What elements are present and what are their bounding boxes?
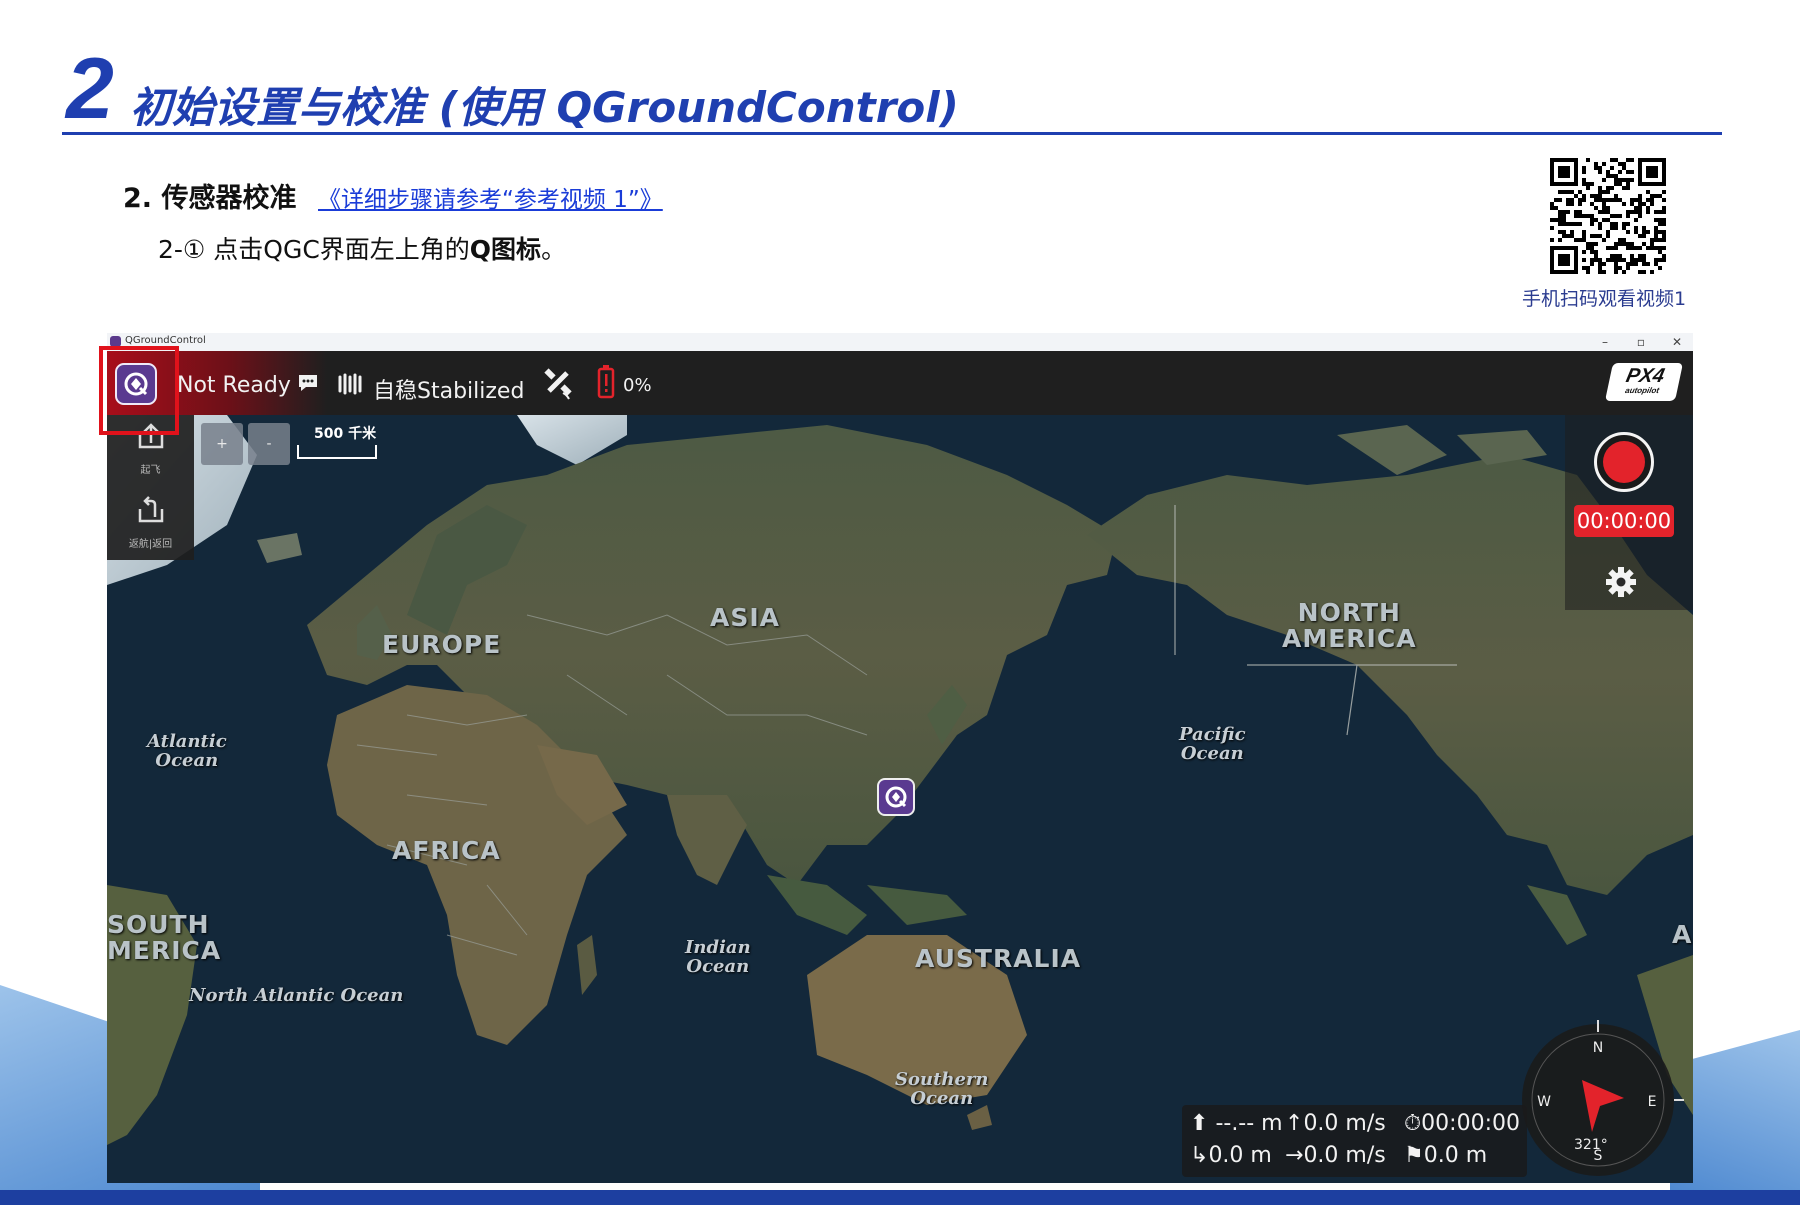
qgc-vehicle-icon xyxy=(885,786,907,808)
compass-e: E xyxy=(1648,1094,1657,1110)
label-atlantic-ocean: Atlantic Ocean xyxy=(147,731,227,771)
label-north-atlantic-ocean: North Atlantic Ocean xyxy=(189,985,404,1006)
window-title: QGroundControl xyxy=(125,335,206,346)
qr-caption: 手机扫码观看视频1 xyxy=(1522,288,1687,310)
home-distance-value: 0.0 m xyxy=(1423,1143,1488,1168)
reference-video-link[interactable]: 《详细步骤请参考“参考视频 1”》 xyxy=(318,180,663,214)
map-view[interactable]: ASIA EUROPE AFRICA NORTH AMERICA SOUTH M… xyxy=(107,415,1693,1183)
compass-widget: N E W S xyxy=(1522,1020,1684,1176)
qr-code xyxy=(1550,158,1666,274)
qgroundcontrol-window: QGroundControl – ▫ ✕ Not Ready 自稳Stabili… xyxy=(107,333,1693,1183)
altitude-value: --.-- m xyxy=(1215,1111,1283,1136)
distance-readout: ↳0.0 m xyxy=(1190,1143,1272,1168)
close-button[interactable]: ✕ xyxy=(1659,333,1693,351)
label-africa: AFRICA xyxy=(392,836,501,865)
altitude-readout: ⬆ --.-- m xyxy=(1190,1111,1283,1136)
slide-number: 2 xyxy=(66,41,114,137)
battery-percent[interactable]: 0% xyxy=(623,375,652,396)
label-southern-ocean: Southern Ocean xyxy=(895,1069,989,1109)
title-divider xyxy=(62,132,1722,135)
battery-icon[interactable] xyxy=(597,365,615,399)
return-icon xyxy=(138,496,164,523)
label-south-america: SOUTH MERICA xyxy=(107,910,222,966)
vehicle-marker[interactable] xyxy=(877,778,915,816)
label-north-america: NORTH AMERICA xyxy=(1282,598,1417,654)
label-indian-ocean: Indian Ocean xyxy=(685,937,751,977)
app-logo-icon xyxy=(110,336,121,347)
map-scale-label: 500 千米 xyxy=(314,426,377,442)
step-instruction-bold: Q图标 xyxy=(469,235,542,264)
step-instruction-suffix: 。 xyxy=(541,235,567,264)
horizontal-speed-readout: →0.0 m/s xyxy=(1285,1143,1386,1168)
takeoff-label: 起飞 xyxy=(140,465,161,476)
compass-w: W xyxy=(1537,1094,1551,1110)
record-timer: 00:00:00 xyxy=(1574,505,1674,537)
step-heading: 2. 传感器校准 xyxy=(123,183,297,214)
return-label: 返航|返回 xyxy=(128,539,173,550)
label-pacific-ocean: Pacific Ocean xyxy=(1179,724,1246,764)
decoration-bottom-bar xyxy=(0,1190,1800,1205)
gear-icon[interactable] xyxy=(1604,565,1638,599)
zoom-out-button[interactable]: - xyxy=(248,423,290,465)
main-toolbar: Not Ready 自稳Stabilized 0% PX4 autopilot xyxy=(107,351,1693,415)
telemetry-panel: ⬆ --.-- m ↑0.0 m/s ⏱00:00:00 ↳0.0 m →0.0… xyxy=(1182,1105,1527,1177)
vertical-speed-value: 0.0 m/s xyxy=(1303,1111,1386,1136)
qgc-logo-icon xyxy=(124,372,148,396)
label-asia: ASIA xyxy=(710,603,781,632)
map-scale-bar xyxy=(297,445,377,459)
slide-title: 初始设置与校准 (使用 QGroundControl) xyxy=(130,83,959,132)
qgc-menu-button[interactable] xyxy=(115,363,157,405)
maximize-button[interactable]: ▫ xyxy=(1623,333,1659,351)
label-australia: AUSTRALIA xyxy=(915,944,1082,973)
flight-time-value: 00:00:00 xyxy=(1421,1111,1520,1136)
window-titlebar: QGroundControl – ▫ ✕ xyxy=(107,333,1693,351)
record-button[interactable] xyxy=(1594,432,1654,492)
horizontal-speed-value: 0.0 m/s xyxy=(1303,1143,1386,1168)
distance-value: 0.0 m xyxy=(1208,1143,1272,1168)
step-instruction: 2-① 点击QGC界面左上角的Q图标。 xyxy=(158,230,566,266)
flight-mode-icon[interactable] xyxy=(337,371,365,397)
takeoff-icon xyxy=(138,423,164,449)
label-edge-a: A xyxy=(1672,920,1693,949)
step-instruction-prefix: 2-① 点击QGC界面左上角的 xyxy=(158,235,470,264)
flight-time-readout: ⏱00:00:00 xyxy=(1404,1111,1520,1136)
fly-actions-panel: 起飞 返航|返回 xyxy=(107,415,194,560)
home-distance-readout: ⚑0.0 m xyxy=(1404,1143,1488,1168)
compass-n: N xyxy=(1593,1040,1603,1056)
message-icon[interactable] xyxy=(297,373,319,393)
gps-satellite-icon[interactable] xyxy=(541,365,575,401)
px4-logo-subtext: autopilot xyxy=(1624,386,1661,395)
vehicle-status[interactable]: Not Ready xyxy=(177,373,291,398)
minimize-button[interactable]: – xyxy=(1587,333,1623,351)
label-europe: EUROPE xyxy=(382,630,502,659)
takeoff-button[interactable]: 起飞 xyxy=(107,415,194,483)
px4-logo-text: PX4 xyxy=(1624,365,1667,387)
return-button[interactable]: 返航|返回 xyxy=(107,489,194,557)
vertical-speed-readout: ↑0.0 m/s xyxy=(1285,1111,1386,1136)
zoom-in-button[interactable]: + xyxy=(201,423,243,465)
flight-mode[interactable]: 自稳Stabilized xyxy=(373,373,524,405)
px4-autopilot-logo: PX4 autopilot xyxy=(1604,363,1684,401)
heading-readout: 321° xyxy=(1574,1137,1608,1153)
